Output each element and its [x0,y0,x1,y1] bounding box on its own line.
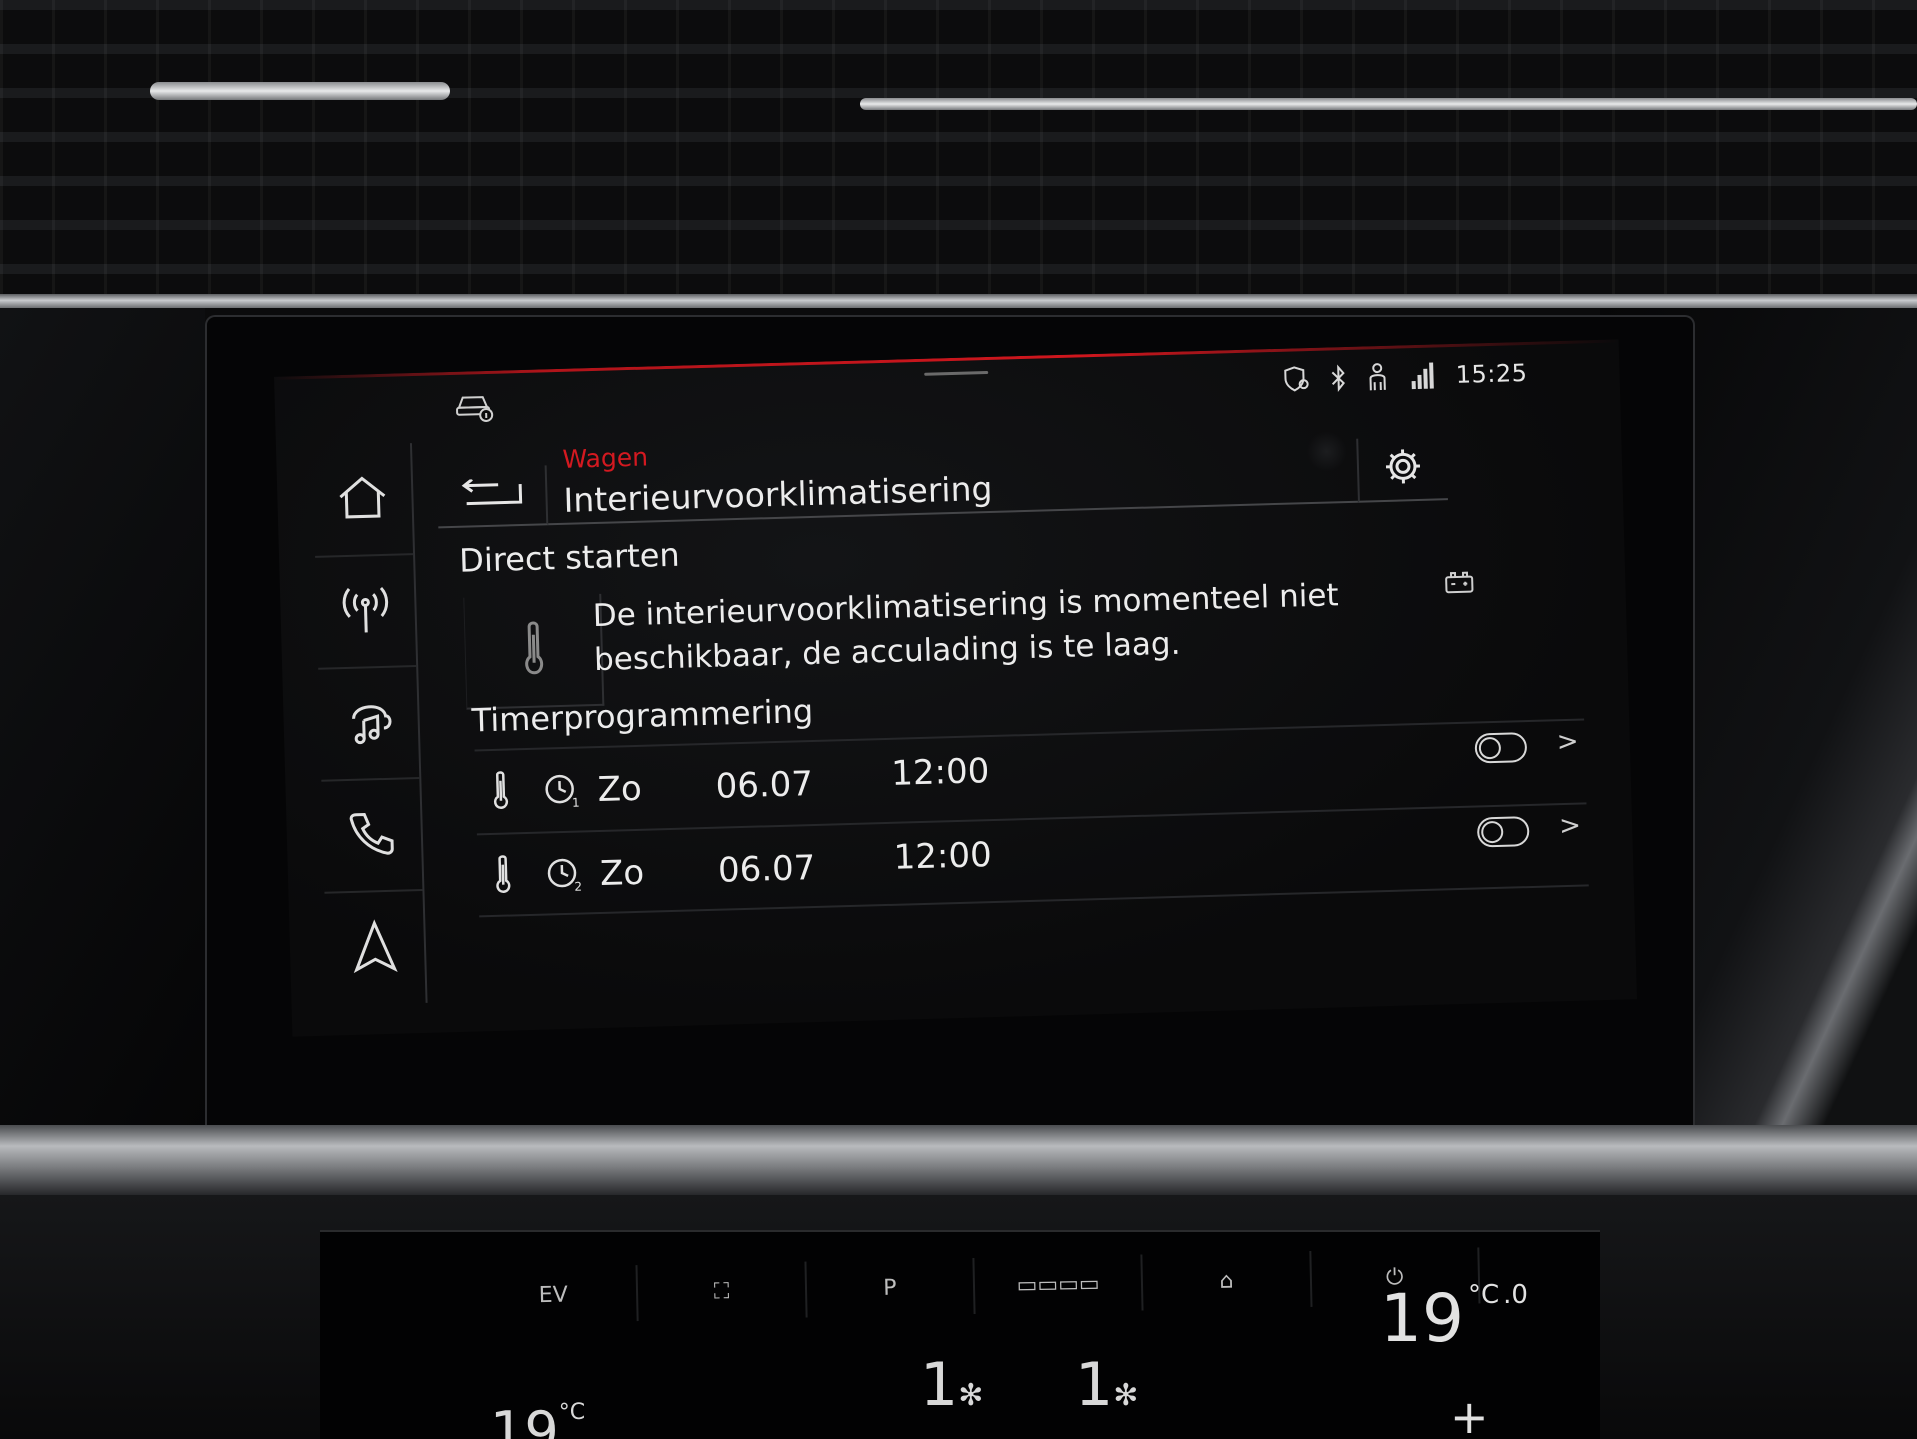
page-header: Wagen Interieurvoorklimatisering [436,419,1498,529]
fan-level-right[interactable]: 1✻ [1075,1350,1138,1420]
direct-start-button[interactable] [463,593,605,710]
climate-assist-button[interactable]: ⛶ [637,1261,808,1322]
vent-chrome-trim-left [150,82,450,100]
fan-icon: ✻ [1113,1378,1139,1413]
phone-icon [346,808,397,863]
lte-signal-icon [1409,360,1438,391]
vent-chrome-trim-right [860,98,1917,110]
status-pull-handle[interactable] [924,370,989,376]
timer-date: 06.07 [715,764,814,807]
svg-text:2: 2 [574,880,582,894]
bluetooth-icon [1329,363,1348,393]
fan-level-left[interactable]: 1✻ [920,1350,983,1420]
timer-day: Zo [599,852,645,894]
thermometer-icon [491,770,510,814]
music-icon [343,696,394,751]
dashboard-panel-left [0,308,205,1138]
temperature-left[interactable]: 19°C [490,1400,585,1439]
timer-toggle[interactable] [1474,732,1528,764]
ev-car-icon: EV [538,1282,568,1308]
nav-home-button[interactable] [311,443,414,558]
timer-clock-icon: 2 [546,856,587,897]
svg-text:1: 1 [572,796,580,810]
chevron-right-icon[interactable]: > [1559,811,1582,842]
battery-low-icon [1443,569,1478,600]
assist-icon: ⛶ [713,1278,730,1304]
back-button[interactable] [436,465,549,529]
nav-media-button[interactable] [318,667,420,782]
home-icon [335,474,390,525]
toggle-knob [1478,736,1502,760]
breadcrumb[interactable]: Wagen [562,443,648,474]
nav-navigation-button[interactable] [324,891,425,1006]
climate-seat-button[interactable]: ▭▭▭▭ [974,1254,1144,1314]
direct-start-heading: Direct starten [458,535,681,580]
background-glare [1305,430,1348,473]
temperature-plus-button[interactable]: + [1450,1390,1489,1439]
toggle-knob [1480,820,1504,844]
air-vent [0,0,1917,300]
gear-icon [1382,446,1423,491]
home-icon: ⌂ [1219,1268,1234,1294]
timer-list: 1 Zo 06.07 12:00 > 2 Zo 06.07 12:00 > [474,718,1589,918]
temperature-decimal: .0 [1503,1280,1528,1310]
settings-button[interactable] [1356,436,1448,503]
infotainment-screen: 15:25 Wagen Interieurvoorklimatisering D… [274,339,1637,1037]
thermometer-icon [521,620,545,681]
temperature-right[interactable]: 19 °C .0 [1380,1280,1528,1357]
timer-clock-icon: 1 [543,772,584,813]
climate-parking-button[interactable]: P [806,1258,976,1318]
timer-toggle[interactable] [1476,816,1530,848]
timer-date: 06.07 [717,847,816,891]
person-seat-icon [1365,362,1392,393]
back-arrow-icon [458,478,525,514]
unavailable-message: De interieurvoorklimatisering is momente… [592,577,1340,679]
location-shield-icon [1281,364,1312,395]
climate-home-button[interactable]: ⌂ [1142,1250,1313,1311]
climate-ev-button[interactable]: EV [469,1265,639,1325]
radio-antenna-icon [339,584,392,639]
navigation-arrow-icon [351,919,399,978]
nav-rail [311,443,428,1006]
seat-grid-icon: ▭▭▭▭ [1016,1270,1100,1298]
dashboard-trim-top [0,294,1917,308]
thermometer-icon [493,854,512,898]
temperature-unit: °C [1467,1280,1500,1310]
nav-phone-button[interactable] [321,779,423,894]
status-bar: 15:25 [1281,358,1528,395]
timer-day: Zo [597,768,643,811]
timer-time: 12:00 [890,751,990,794]
status-clock: 15:25 [1455,358,1528,389]
timer-time: 12:00 [893,835,993,878]
parking-icon: P [882,1275,897,1301]
timer-heading: Timerprogrammering [471,691,814,740]
car-info-icon[interactable] [452,389,497,424]
fan-icon: ✻ [958,1378,984,1413]
dashboard-trim-bottom [0,1125,1917,1195]
chevron-right-icon[interactable]: > [1556,727,1579,758]
nav-radio-button[interactable] [315,555,417,670]
